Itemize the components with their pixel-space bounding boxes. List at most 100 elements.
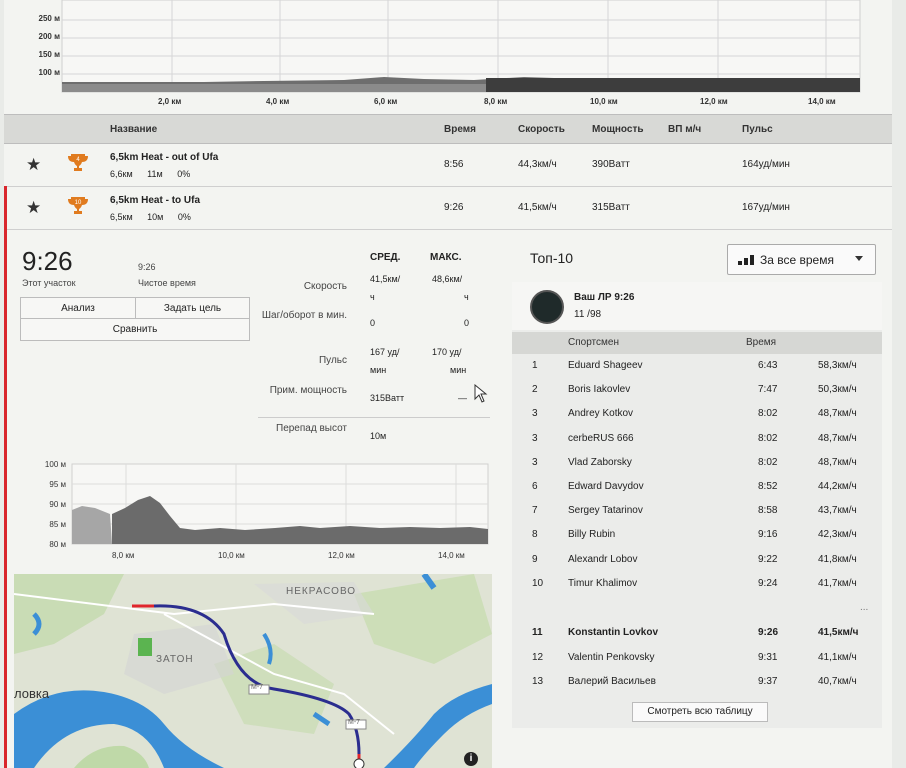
- athlete-time: 8:02: [758, 408, 778, 420]
- segment-distance: 6,5км: [110, 212, 133, 222]
- leaderboard-row[interactable]: 10 Timur Khalimov 9:24 41,7км/ч: [512, 573, 882, 597]
- leaderboard-row[interactable]: 1 Eduard Shageev 6:43 58,3км/ч: [512, 355, 882, 379]
- chevron-down-icon: [855, 256, 863, 261]
- period-dropdown[interactable]: За все время: [727, 244, 876, 275]
- leaderboard-row[interactable]: 3 cerbeRUS 666 8:02 48,7км/ч: [512, 428, 882, 452]
- segment-time: 9:26: [444, 202, 464, 213]
- leaderboard-row[interactable]: 7 Sergey Tatarinov 8:58 43,7км/ч: [512, 500, 882, 524]
- stat-avg-hr: 167 уд/: [370, 347, 400, 357]
- segment-distance: 6,6км: [110, 169, 133, 179]
- star-icon[interactable]: ★: [26, 198, 41, 218]
- col-time[interactable]: Время: [444, 124, 476, 135]
- segment-row[interactable]: ★ 4 6,5km Heat - out of Ufa 6,6км 11м 0%…: [4, 145, 892, 187]
- stat-avg-hr-unit: мин: [370, 365, 387, 375]
- athlete-rank: 9: [532, 553, 538, 565]
- segment-name[interactable]: 6,5km Heat - to Ufa: [110, 195, 200, 206]
- show-full-table-button[interactable]: Смотреть всю таблицу: [632, 702, 768, 722]
- map-tiles: [14, 574, 492, 768]
- route-map[interactable]: НЕКРАСОВО ЗАТОН ловка М-7 М-7: [14, 574, 492, 768]
- col-hr[interactable]: Пульс: [742, 124, 773, 135]
- athlete-speed: 48,7км/ч: [818, 456, 857, 468]
- leaderboard-row[interactable]: 2 Boris Iakovlev 7:47 50,3км/ч: [512, 379, 882, 403]
- elevation-chart-full-svg: [61, 0, 861, 93]
- col-power[interactable]: Мощность: [592, 124, 644, 135]
- athlete-speed: 40,7км/ч: [818, 676, 857, 687]
- athlete-rank: 3: [532, 456, 538, 468]
- segment-elev: 10м: [147, 212, 164, 222]
- x-tick: 8,0 км: [484, 97, 508, 106]
- map-road-label: М-7: [348, 719, 361, 726]
- athlete-name[interactable]: Valentin Penkovsky: [568, 652, 655, 663]
- avatar[interactable]: [530, 290, 564, 324]
- athlete-time: 9:37: [758, 676, 778, 687]
- segment-grade: 0%: [177, 169, 191, 179]
- x-tick: 14,0 км: [438, 551, 465, 560]
- segment-speed: 44,3км/ч: [518, 159, 557, 170]
- athlete-rank: 11: [532, 627, 543, 638]
- elevation-chart-segment: 100 м 95 м 90 м 85 м 80 м 8,0 км 10,0 км…: [20, 458, 492, 568]
- leaderboard-row[interactable]: 6 Edward Davydov 8:52 44,2км/ч: [512, 476, 882, 500]
- athlete-name[interactable]: Boris Iakovlev: [568, 384, 630, 395]
- y-tick: 250 м: [38, 14, 61, 23]
- stat-avg-speed-unit: ч: [370, 292, 375, 302]
- segment-row-selected[interactable]: ★ 10 6,5km Heat - to Ufa 6,5км 10м 0% 9:…: [4, 188, 892, 230]
- athlete-name[interactable]: Timur Khalimov: [568, 578, 637, 589]
- trophy-icon: 4: [68, 154, 88, 171]
- athlete-name[interactable]: cerbeRUS 666: [568, 433, 634, 444]
- segment-elapsed-time: 9:26: [22, 246, 73, 276]
- segment-elev: 11м: [147, 169, 163, 179]
- star-icon[interactable]: ★: [26, 155, 41, 175]
- stat-avg-speed: 41,5км/: [370, 274, 401, 284]
- y-tick: 100 м: [38, 68, 61, 77]
- athlete-rank: 12: [532, 651, 544, 663]
- personal-record: Ваш ЛР 9:26 11 /98: [512, 282, 882, 330]
- leaderboard-row[interactable]: 3 Andrey Kotkov 8:02 48,7км/ч: [512, 403, 882, 427]
- athlete-time: 8:52: [758, 481, 778, 492]
- athlete-name[interactable]: Edward Davydov: [568, 481, 644, 492]
- leaderboard-row[interactable]: 8 Billy Rubin 9:16 42,3км/ч: [512, 524, 882, 548]
- athlete-name[interactable]: Konstantin Lovkov: [568, 627, 658, 638]
- athlete-speed: 44,2км/ч: [818, 481, 857, 492]
- stat-label-speed: Скорость: [303, 281, 347, 292]
- athlete-time: 9:26: [758, 627, 779, 638]
- athlete-name[interactable]: Alexandr Lobov: [568, 554, 638, 565]
- athlete-name[interactable]: Sergey Tatarinov: [568, 505, 643, 516]
- y-tick: 90 м: [49, 500, 66, 509]
- stat-avg-elev: 10м: [370, 431, 387, 441]
- leaderboard-row[interactable]: 13 Валерий Васильев 9:37 40,7км/ч: [512, 671, 882, 695]
- selected-accent-bar: [4, 186, 7, 768]
- stats-divider: [258, 417, 490, 418]
- athlete-name[interactable]: Валерий Васильев: [568, 676, 656, 687]
- analysis-button[interactable]: Анализ: [21, 298, 136, 319]
- leaderboard-row-me[interactable]: 11 Konstantin Lovkov 9:26 41,5км/ч: [512, 622, 882, 646]
- compare-button[interactable]: Сравнить: [21, 319, 249, 340]
- athlete-speed: 48,7км/ч: [818, 432, 857, 444]
- athlete-time: 7:47: [758, 384, 778, 396]
- map-label-lovka: ловка: [14, 686, 50, 701]
- map-info-icon[interactable]: i: [464, 752, 478, 766]
- athlete-name[interactable]: Billy Rubin: [568, 529, 615, 540]
- set-goal-button[interactable]: Задать цель: [136, 298, 249, 319]
- athlete-name[interactable]: Andrey Kotkov: [568, 408, 633, 419]
- col-speed[interactable]: Скорость: [518, 124, 565, 135]
- segment-name[interactable]: 6,5km Heat - out of Ufa: [110, 152, 218, 163]
- athlete-rank: 7: [532, 505, 538, 517]
- leaderboard-row[interactable]: 12 Valentin Penkovsky 9:31 41,1км/ч: [512, 647, 882, 671]
- mouse-cursor-icon: [474, 384, 488, 403]
- x-tick: 2,0 км: [158, 97, 182, 106]
- athlete-time: 6:43: [758, 360, 778, 371]
- pr-title: Ваш ЛР 9:26: [574, 292, 635, 303]
- col-vam[interactable]: ВП м/ч: [668, 124, 701, 135]
- leaderboard-row[interactable]: 3 Vlad Zaborsky 8:02 48,7км/ч: [512, 452, 882, 476]
- athlete-name[interactable]: Vlad Zaborsky: [568, 457, 632, 468]
- athlete-time: 9:16: [758, 529, 778, 541]
- stat-avg-power: 315Ватт: [370, 393, 405, 403]
- segments-table-header: Название Время Скорость Мощность ВП м/ч …: [4, 114, 892, 144]
- col-name[interactable]: Название: [110, 124, 157, 135]
- segment-speed: 41,5км/ч: [518, 202, 557, 213]
- athlete-name[interactable]: Eduard Shageev: [568, 360, 643, 371]
- moving-time-label: Чистое время: [138, 278, 196, 288]
- athlete-rank: 6: [532, 481, 538, 492]
- leaderboard-row[interactable]: 9 Alexandr Lobov 9:22 41,8км/ч: [512, 549, 882, 573]
- y-tick: 200 м: [38, 32, 61, 41]
